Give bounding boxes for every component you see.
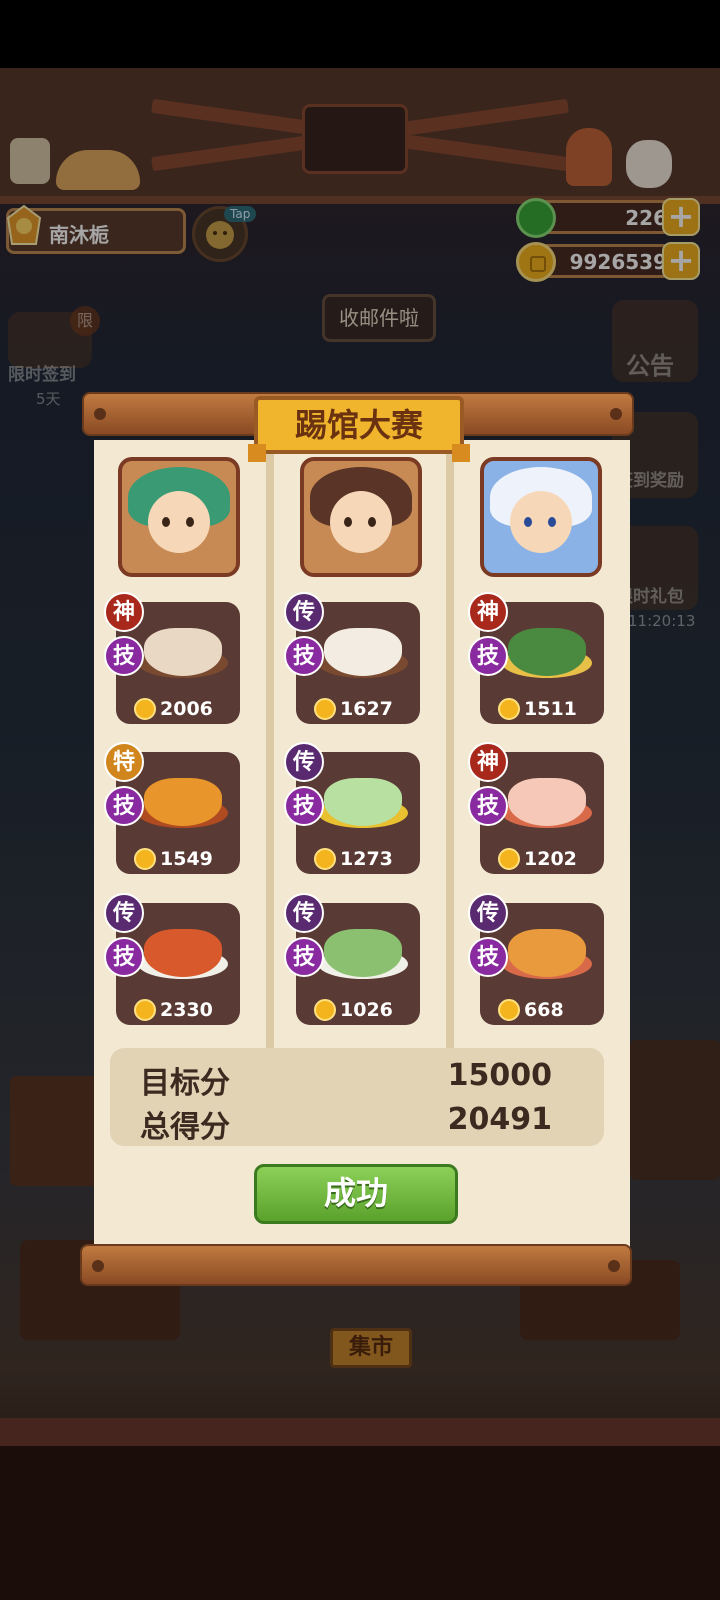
- total-score-label: 总得分: [140, 1110, 230, 1145]
- total-score-value: 20491: [447, 1102, 552, 1137]
- skill-badge: 技: [284, 937, 324, 977]
- rank-badge: 传: [284, 893, 324, 933]
- skill-badge: 技: [468, 937, 508, 977]
- rank-badge: 特: [104, 742, 144, 782]
- tournament-title: 踢馆大赛: [248, 396, 470, 462]
- success-button[interactable]: 成功: [254, 1164, 458, 1224]
- coin-icon: [498, 999, 520, 1021]
- dish-score: 1627: [340, 698, 393, 720]
- dish-score: 1026: [340, 999, 393, 1021]
- coin-icon: [314, 999, 336, 1021]
- dish-score: 1202: [524, 848, 577, 870]
- column-divider: [446, 440, 454, 1070]
- dish-score: 2006: [160, 698, 213, 720]
- rank-badge: 神: [468, 742, 508, 782]
- column-divider: [266, 440, 274, 1070]
- coin-icon: [134, 999, 156, 1021]
- skill-badge: 技: [104, 636, 144, 676]
- scroll-bottom-rod: [80, 1244, 632, 1286]
- status-bar-area: [0, 0, 720, 68]
- score-summary: 目标分 15000 总得分 20491: [110, 1048, 604, 1146]
- chef-portrait-brown-hair[interactable]: [300, 457, 422, 577]
- coin-icon: [134, 848, 156, 870]
- skill-badge: 技: [468, 786, 508, 826]
- dish-score: 668: [524, 999, 564, 1021]
- skill-badge: 技: [468, 636, 508, 676]
- rank-badge: 神: [468, 592, 508, 632]
- rank-badge: 传: [104, 893, 144, 933]
- coin-icon: [498, 848, 520, 870]
- dish-score: 1549: [160, 848, 213, 870]
- coin-icon: [314, 698, 336, 720]
- rank-badge: 传: [284, 742, 324, 782]
- dish-score: 1273: [340, 848, 393, 870]
- rank-badge: 神: [104, 592, 144, 632]
- coin-icon: [134, 698, 156, 720]
- dish-score: 2330: [160, 999, 213, 1021]
- rank-badge: 传: [468, 893, 508, 933]
- target-score-value: 15000: [447, 1058, 552, 1093]
- skill-badge: 技: [104, 937, 144, 977]
- coin-icon: [498, 698, 520, 720]
- skill-badge: 技: [284, 786, 324, 826]
- skill-badge: 技: [104, 786, 144, 826]
- target-score-label: 目标分: [140, 1066, 230, 1101]
- coin-icon: [314, 848, 336, 870]
- dish-score: 1511: [524, 698, 577, 720]
- rank-badge: 传: [284, 592, 324, 632]
- chef-portrait-green-hair[interactable]: [118, 457, 240, 577]
- chef-portrait-white-hair[interactable]: [480, 457, 602, 577]
- skill-badge: 技: [284, 636, 324, 676]
